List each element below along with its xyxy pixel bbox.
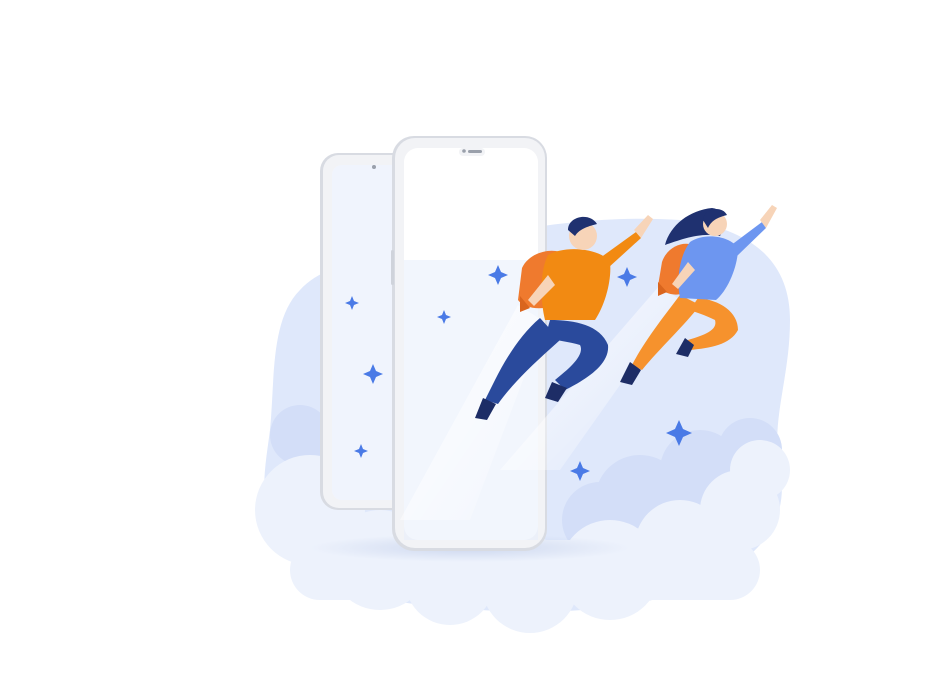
illustration-stage [0, 0, 930, 680]
illustration-canvas [255, 136, 791, 633]
